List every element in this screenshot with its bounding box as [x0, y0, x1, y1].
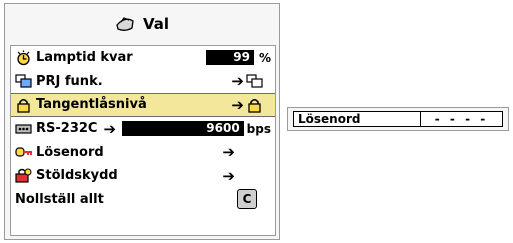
menu-title-bar: Val	[5, 4, 279, 44]
menu-item-label: RS-232C	[36, 121, 98, 137]
menu-list: Lamptid kvar 99 % PRJ funk. ➔ Tangentlås…	[10, 45, 276, 236]
menu-item-prj-mode[interactable]: PRJ funk. ➔	[11, 70, 275, 94]
antitheft-icon	[15, 168, 32, 183]
lamp-remaining-value: 99	[206, 50, 254, 66]
menu-item-reset-all[interactable]: Nollställ allt C	[11, 188, 275, 212]
menu-item-anti-theft[interactable]: Stöldskydd ➔	[11, 164, 275, 188]
menu-item-label: Lösenord	[36, 144, 104, 160]
menu-item-label: Stöldskydd	[36, 168, 118, 184]
baud-rate-unit: bps	[246, 121, 271, 136]
arrow-right-icon: ➔	[231, 72, 244, 91]
reset-icon[interactable]: C	[237, 189, 257, 210]
password-field-row[interactable]: Lösenord - - - -	[293, 111, 503, 127]
menu-item-key-lock-level[interactable]: Tangentlåsnivå ➔	[11, 93, 275, 117]
arrow-right-icon: ➔	[103, 119, 117, 138]
menu-item-label: Lamptid kvar	[36, 50, 133, 66]
lamp-timer-icon	[17, 50, 30, 65]
rs232c-port-icon	[15, 123, 32, 134]
arrow-right-icon: ➔	[231, 95, 244, 114]
menu-item-lamp-timer[interactable]: Lamptid kvar 99 %	[11, 46, 275, 70]
password-input[interactable]: - - - -	[421, 112, 502, 126]
mode-icon	[246, 74, 263, 88]
projector-mode-icon	[15, 74, 32, 88]
menu-item-rs232c[interactable]: RS-232C ➔ 9600 bps	[11, 117, 275, 141]
lamp-remaining-unit: %	[258, 50, 271, 65]
menu-item-label: Tangentlåsnivå	[36, 97, 147, 113]
menu-item-password[interactable]: Lösenord ➔	[11, 140, 275, 164]
baud-rate-value: 9600	[122, 121, 244, 137]
password-label: Lösenord	[294, 112, 421, 126]
key-icon	[15, 147, 32, 157]
password-submenu: Lösenord - - - -	[287, 107, 509, 131]
settings-icon	[116, 17, 134, 31]
padlock-icon	[17, 98, 30, 113]
menu-item-label: Nollställ allt	[15, 191, 104, 207]
arrow-right-icon: ➔	[222, 166, 235, 185]
menu-item-label: PRJ funk.	[36, 73, 103, 89]
padlock-icon	[248, 98, 261, 113]
settings-menu-panel: Val Lamptid kvar 99 % PRJ funk. ➔ Tangen…	[4, 3, 280, 240]
arrow-right-icon: ➔	[222, 143, 235, 162]
menu-title: Val	[142, 15, 170, 33]
